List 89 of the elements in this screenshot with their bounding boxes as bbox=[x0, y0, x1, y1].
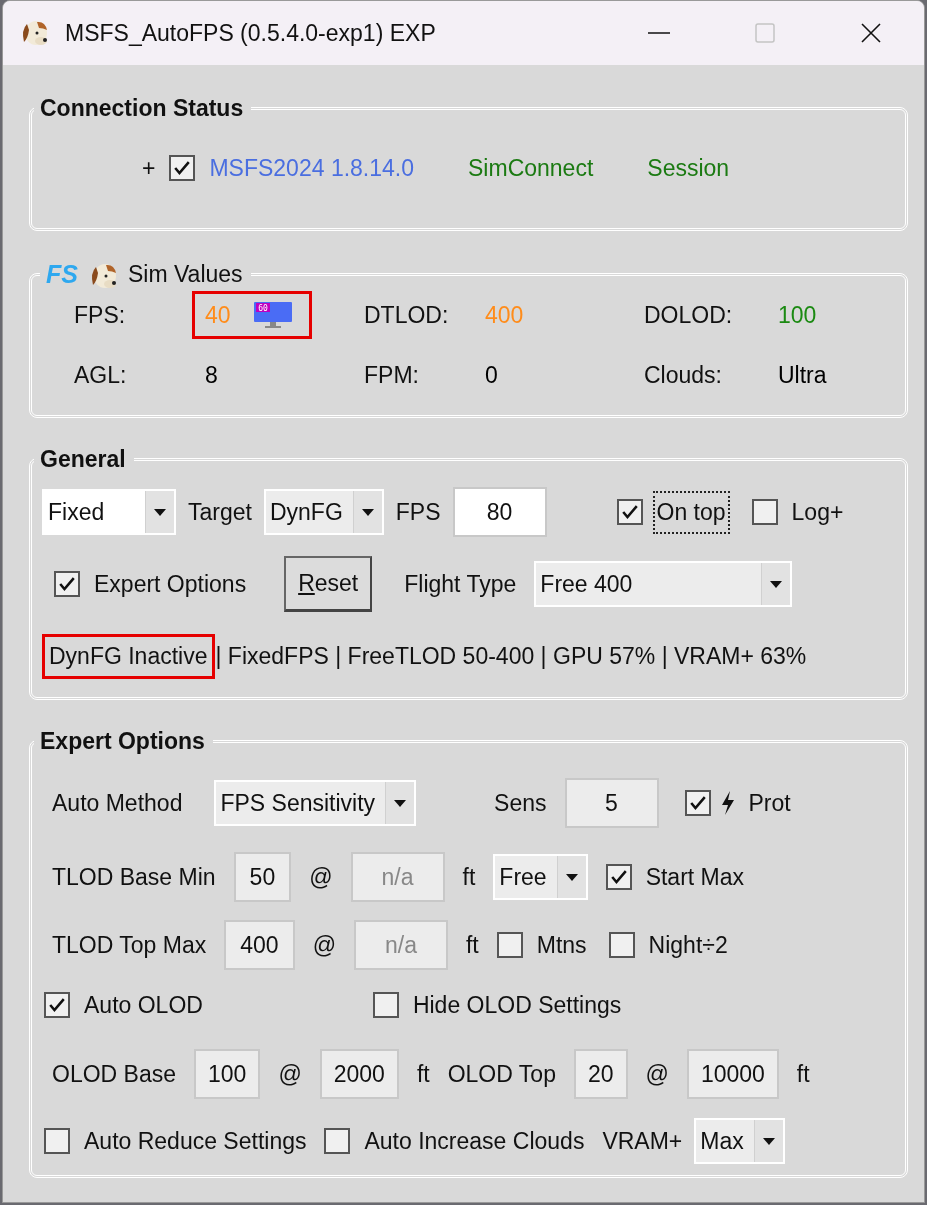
input-field[interactable]: 100 bbox=[194, 1049, 261, 1099]
field-label: ft bbox=[416, 1060, 430, 1088]
checkbox[interactable] bbox=[372, 992, 399, 1018]
dropdown[interactable]: DynFG bbox=[263, 489, 384, 535]
group-title: General bbox=[40, 446, 126, 473]
value-text: Ultra bbox=[778, 361, 827, 389]
status-text: DynFG Inactive bbox=[42, 633, 215, 679]
checkbox-label[interactable]: Auto OLOD bbox=[80, 983, 207, 1027]
field-label: ft bbox=[796, 1060, 810, 1088]
value-label: Clouds: bbox=[644, 361, 723, 389]
input-field[interactable]: 2000 bbox=[319, 1049, 399, 1099]
value-label: AGL: bbox=[74, 361, 128, 389]
field-label: TLOD Top Max bbox=[52, 931, 207, 959]
value-text: 100 bbox=[778, 301, 817, 329]
field-label: @ bbox=[312, 931, 336, 959]
checkbox-label[interactable]: Expert Options bbox=[90, 562, 251, 606]
value-text: 400 bbox=[485, 301, 524, 329]
dropdown[interactable]: Free bbox=[493, 854, 588, 900]
caret-icon bbox=[361, 508, 374, 516]
group-title: Sim Values bbox=[127, 260, 243, 288]
field-label: TLOD Base Min bbox=[52, 863, 216, 891]
checkbox-label[interactable]: Night÷2 bbox=[644, 923, 732, 967]
window-title: MSFS_AutoFPS (0.5.4.0-exp1) EXP bbox=[65, 19, 436, 47]
input-field[interactable]: 50 bbox=[233, 852, 292, 902]
checkbox[interactable] bbox=[616, 499, 643, 525]
field-label: Auto Method bbox=[52, 789, 183, 817]
caret-icon bbox=[154, 508, 166, 516]
checkbox[interactable] bbox=[44, 1128, 70, 1154]
caret-icon bbox=[762, 1137, 775, 1145]
reset-button[interactable]: Reset bbox=[284, 556, 373, 612]
checkbox[interactable] bbox=[44, 992, 70, 1018]
dropdown[interactable]: Free 400 bbox=[534, 561, 793, 607]
checkbox-label[interactable]: Auto Increase Clouds bbox=[360, 1119, 589, 1163]
field-label: Sens bbox=[494, 789, 547, 817]
status-text: Session bbox=[647, 154, 730, 182]
dropdown[interactable]: Fixed bbox=[42, 489, 176, 535]
maximize-icon bbox=[754, 22, 776, 44]
status-text: SimConnect bbox=[468, 154, 594, 182]
checkbox[interactable] bbox=[605, 864, 632, 890]
plus-sign: + bbox=[142, 154, 156, 182]
checkbox-label[interactable]: On top bbox=[652, 490, 730, 534]
checkbox-label[interactable]: Auto Reduce Settings bbox=[80, 1119, 311, 1163]
checkbox-label[interactable]: Prot bbox=[744, 781, 795, 825]
caret-icon bbox=[770, 580, 783, 588]
field-label: @ bbox=[278, 1060, 302, 1088]
checkbox[interactable] bbox=[324, 1128, 351, 1154]
field-label: @ bbox=[645, 1060, 669, 1088]
dropdown[interactable]: Max bbox=[694, 1118, 785, 1164]
field-label: Flight Type bbox=[404, 570, 517, 598]
value-text: 40 bbox=[205, 301, 231, 329]
checkbox-label[interactable]: Mtns bbox=[532, 923, 591, 967]
input-field[interactable]: 10000 bbox=[686, 1049, 779, 1099]
input-field[interactable]: 20 bbox=[573, 1049, 628, 1099]
caret-icon bbox=[394, 799, 407, 807]
dropdown[interactable]: FPS Sensitivity bbox=[214, 780, 417, 826]
checkbox[interactable] bbox=[608, 932, 635, 958]
field-label: ft bbox=[466, 931, 479, 959]
close-icon bbox=[860, 22, 882, 44]
value-label: FPM: bbox=[364, 361, 420, 389]
status-text: | FixedFPS | FreeTLOD 50-400 | GPU 57% | VRAM+ 63% bbox=[214, 641, 808, 671]
checkbox[interactable] bbox=[684, 790, 711, 816]
checkbox[interactable] bbox=[751, 499, 778, 525]
status-text: MSFS2024 1.8.14.0 bbox=[209, 154, 414, 182]
field-label: VRAM+ bbox=[602, 1127, 683, 1155]
minimize-icon bbox=[648, 32, 670, 34]
value-text: 8 bbox=[205, 361, 218, 389]
value-text: 0 bbox=[485, 361, 498, 389]
value-label: FPS: bbox=[74, 301, 127, 329]
checkbox-label[interactable]: Log+ bbox=[787, 490, 848, 534]
group-title: Expert Options bbox=[40, 728, 205, 755]
field-label: FPS bbox=[395, 498, 441, 526]
field-label: Target bbox=[188, 498, 252, 526]
checkbox-label[interactable]: Hide OLOD Settings bbox=[408, 983, 626, 1027]
value-label: DOLOD: bbox=[644, 301, 734, 329]
field-label: @ bbox=[309, 863, 333, 891]
checkbox-label[interactable]: Start Max bbox=[641, 855, 749, 899]
field-label: ft bbox=[462, 863, 476, 891]
fs-logo: FS bbox=[46, 259, 78, 289]
field-label: OLOD Top bbox=[447, 1060, 556, 1088]
checkbox[interactable] bbox=[54, 571, 80, 597]
input-field[interactable]: 400 bbox=[224, 920, 295, 970]
field-label: OLOD Base bbox=[52, 1060, 176, 1088]
checkbox[interactable] bbox=[169, 155, 196, 181]
checkbox[interactable] bbox=[496, 932, 523, 958]
value-label: DTLOD: bbox=[364, 301, 450, 329]
caret-icon bbox=[565, 873, 578, 881]
input-field[interactable]: 5 bbox=[564, 778, 659, 828]
input-field[interactable]: 80 bbox=[452, 487, 547, 537]
group-title: Connection Status bbox=[40, 95, 244, 122]
